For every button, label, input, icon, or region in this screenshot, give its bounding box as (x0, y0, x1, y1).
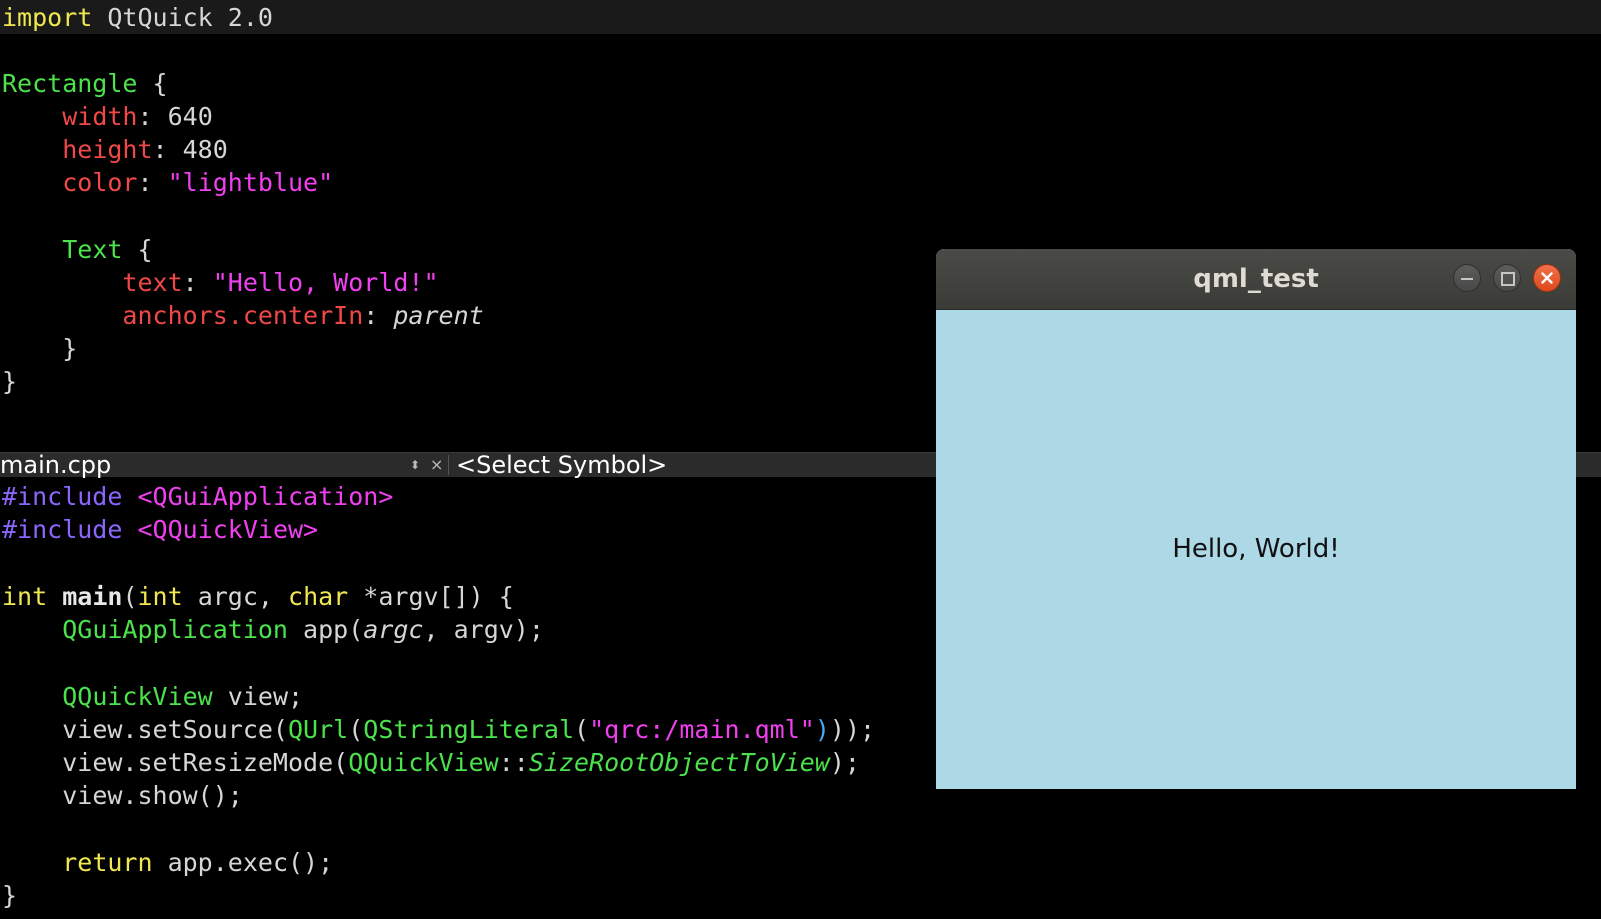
code-line-6: color: "lightblue" (2, 166, 333, 199)
property-name: text (122, 268, 183, 297)
string-literal: "qrc:/main.qml" (589, 715, 815, 744)
close-icon (1541, 272, 1553, 284)
function-name: main (62, 582, 123, 611)
separator: : (137, 168, 168, 197)
code-text: app.exec(); (152, 848, 334, 877)
code-line-cpp-1: #include <QGuiApplication> (2, 480, 393, 513)
code-line-cpp-2: #include <QQuickView> (2, 513, 318, 546)
file-selector[interactable]: main.cpp (0, 449, 111, 481)
brace: { (152, 69, 168, 98)
code-text: )); (829, 715, 876, 744)
module-name: QtQuick 2.0 (107, 3, 273, 32)
enum-value: SizeRootObjectToView (528, 748, 830, 777)
paren: ( (348, 715, 364, 744)
code-line-cpp-10: view.show(); (2, 779, 243, 812)
brace: } (2, 881, 18, 910)
keyword: return (62, 848, 153, 877)
close-button[interactable] (1533, 264, 1561, 292)
code-line-cpp-8: view.setSource(QUrl(QStringLiteral("qrc:… (2, 713, 875, 746)
qml-test-window[interactable]: qml_test Hello, World! (936, 249, 1576, 789)
code-line-cpp-5: QGuiApplication app(argc, argv); (2, 613, 544, 646)
type-name: Rectangle (2, 69, 138, 98)
type-name: QQuickView (348, 748, 499, 777)
code-text: ); (829, 748, 860, 777)
code-text: view.show(); (62, 781, 243, 810)
code-text: view.setResizeMode( (62, 748, 349, 777)
brace: } (62, 334, 78, 363)
code-text: app( (288, 615, 364, 644)
paren: ( (574, 715, 590, 744)
type-name: QUrl (288, 715, 349, 744)
type-name: QGuiApplication (62, 615, 288, 644)
toolbar-divider (448, 455, 449, 475)
keyword: int (137, 582, 183, 611)
paren: ( (122, 582, 138, 611)
separator: : (182, 268, 213, 297)
property-value: : 480 (152, 135, 228, 164)
code-text: view.setSource( (62, 715, 288, 744)
paren: ) (814, 715, 830, 744)
code-line-4: width: 640 (2, 100, 213, 133)
maximize-button[interactable] (1493, 264, 1521, 292)
string-literal: "lightblue" (167, 168, 334, 197)
preprocessor: #include (2, 515, 123, 544)
code-line-8: Text { (2, 233, 153, 266)
code-line-10: anchors.centerIn: parent (2, 299, 484, 332)
property-name: height (62, 135, 153, 164)
string-literal: "Hello, World!" (212, 268, 439, 297)
window-titlebar[interactable]: qml_test (936, 249, 1576, 310)
code-text: , argv); (423, 615, 544, 644)
include-path: <QGuiApplication> (137, 482, 394, 511)
property-name: anchors.centerIn (122, 301, 364, 330)
code-line-11: } (2, 332, 77, 365)
code-line-cpp-13: } (2, 879, 17, 912)
close-document-icon[interactable]: × (430, 453, 443, 477)
symbol-selector[interactable]: <Select Symbol> (456, 449, 667, 481)
code-line-1: import QtQuick 2.0 (2, 1, 273, 34)
property-name: color (62, 168, 138, 197)
maximize-icon (1501, 272, 1515, 286)
identifier: argc (363, 615, 424, 644)
property-name: width (62, 102, 138, 131)
code-line-5: height: 480 (2, 133, 228, 166)
minimize-button[interactable] (1453, 264, 1481, 292)
keyword: int (2, 582, 48, 611)
include-path: <QQuickView> (137, 515, 319, 544)
code-line-cpp-4: int main(int argc, char *argv[]) { (2, 580, 514, 613)
brace: } (2, 367, 18, 396)
type-name: Text (62, 235, 123, 264)
keyword: import (2, 3, 93, 32)
separator: : (363, 301, 394, 330)
type-name: QQuickView (62, 682, 213, 711)
type-name: QStringLiteral (363, 715, 574, 744)
code-line-3: Rectangle { (2, 67, 168, 100)
code-line-cpp-9: view.setResizeMode(QQuickView::SizeRootO… (2, 746, 860, 779)
identifier: parent (393, 301, 484, 330)
file-dropdown-arrows-icon[interactable]: ⬍ (410, 453, 420, 477)
keyword: char (288, 582, 349, 611)
param: *argv[]) { (348, 582, 514, 611)
code-line-12: } (2, 365, 17, 398)
brace: { (137, 235, 153, 264)
code-line-cpp-7: QQuickView view; (2, 680, 303, 713)
code-line-cpp-12: return app.exec(); (2, 846, 333, 879)
property-value: : 640 (137, 102, 213, 131)
code-line-9: text: "Hello, World!" (2, 266, 439, 299)
window-content: Hello, World! (936, 310, 1576, 789)
preprocessor: #include (2, 482, 123, 511)
code-text: view; (212, 682, 304, 711)
hello-world-text: Hello, World! (1172, 534, 1340, 564)
minimize-icon (1461, 278, 1473, 280)
scope-operator: :: (498, 748, 529, 777)
param: argc, (182, 582, 289, 611)
